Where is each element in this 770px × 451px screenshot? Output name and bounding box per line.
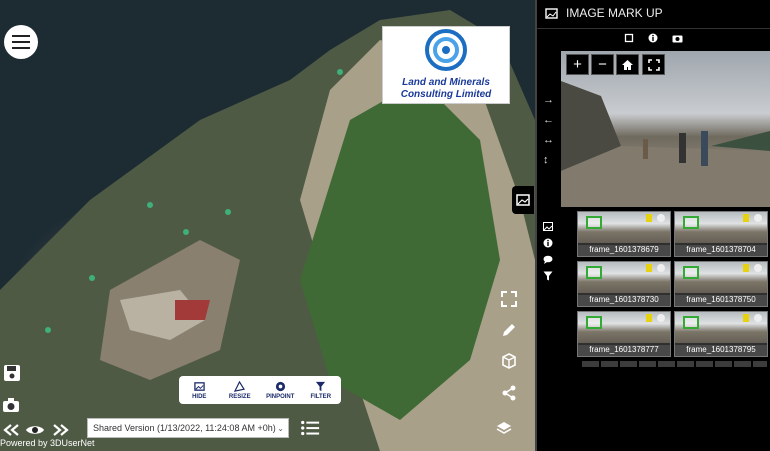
bookmark-icon bbox=[646, 314, 652, 322]
resize-button[interactable]: RESIZE bbox=[220, 376, 261, 404]
rewind-icon[interactable] bbox=[0, 420, 22, 440]
panel-header: IMAGE MARK UP bbox=[537, 0, 770, 26]
bookmark-icon bbox=[646, 264, 652, 272]
warning-icon bbox=[754, 264, 762, 272]
chevron-down-icon: ⌄ bbox=[277, 423, 284, 433]
thumbnail-item[interactable]: frame_1601378777 bbox=[577, 311, 671, 357]
image-viewer[interactable]: + − bbox=[561, 51, 770, 207]
logo-mark-icon bbox=[425, 29, 467, 71]
warning-icon bbox=[754, 314, 762, 322]
logo-line-1: Land and Minerals bbox=[402, 77, 490, 88]
thumbnail-label: frame_1601378750 bbox=[675, 293, 767, 306]
thumbnail-grid: frame_1601378679 frame_1601378704 frame_… bbox=[577, 209, 770, 357]
version-select[interactable]: Shared Version (1/13/2022, 11:24:08 AM +… bbox=[87, 418, 289, 438]
filter-button-label: FILTER bbox=[310, 393, 332, 400]
version-select-value: Shared Version (1/13/2022, 11:24:08 AM +… bbox=[93, 423, 276, 433]
save-icon[interactable] bbox=[2, 363, 22, 383]
pinpoint-icon bbox=[275, 381, 285, 391]
panel-title: IMAGE MARK UP bbox=[566, 6, 663, 20]
warning-icon bbox=[754, 214, 762, 222]
panel-tabs bbox=[537, 28, 770, 49]
arrow-left-icon[interactable]: ← bbox=[543, 114, 554, 126]
eye-icon[interactable] bbox=[24, 420, 46, 440]
warning-icon bbox=[657, 314, 665, 322]
image-icon bbox=[194, 381, 205, 391]
thumbnail-scrollbar[interactable] bbox=[582, 361, 767, 367]
cube-icon[interactable] bbox=[499, 351, 519, 371]
home-icon bbox=[622, 59, 633, 70]
thumbnail-item[interactable]: frame_1601378795 bbox=[674, 311, 768, 357]
tab-camera-icon[interactable] bbox=[672, 30, 683, 48]
bookmark-icon bbox=[743, 264, 749, 272]
list-icon[interactable] bbox=[300, 418, 320, 438]
tab-select-icon[interactable] bbox=[624, 30, 634, 48]
arrow-vertical-icon[interactable]: ↕ bbox=[543, 154, 549, 166]
thumbnail-label: frame_1601378730 bbox=[578, 293, 670, 306]
thumbnail-label: frame_1601378704 bbox=[675, 243, 767, 256]
fullscreen-button[interactable] bbox=[642, 54, 665, 75]
tab-info-icon[interactable] bbox=[648, 30, 658, 48]
arrow-both-icon[interactable]: ↔ bbox=[543, 134, 554, 146]
bookmark-icon bbox=[743, 314, 749, 322]
company-logo: Land and Minerals Consulting Limited bbox=[382, 26, 510, 104]
thumbnail-item[interactable]: frame_1601378704 bbox=[674, 211, 768, 257]
home-button[interactable] bbox=[616, 54, 639, 75]
image-panel-toggle-button[interactable] bbox=[512, 186, 534, 214]
filter-icon bbox=[316, 381, 326, 391]
warning-icon bbox=[657, 214, 665, 222]
bookmark-icon bbox=[743, 214, 749, 222]
info-icon[interactable] bbox=[543, 235, 553, 253]
thumbnail-item[interactable]: frame_1601378730 bbox=[577, 261, 671, 307]
share-icon[interactable] bbox=[499, 383, 519, 403]
logo-line-2: Consulting Limited bbox=[400, 89, 492, 100]
fast-forward-icon[interactable] bbox=[50, 420, 72, 440]
bottom-toolbar: HIDE RESIZE PINPOINT FILTER bbox=[179, 376, 341, 404]
resize-button-label: RESIZE bbox=[228, 393, 251, 400]
hamburger-menu-button[interactable] bbox=[4, 25, 38, 59]
camera-icon[interactable] bbox=[1, 395, 21, 415]
filter-icon[interactable] bbox=[543, 268, 553, 286]
thumbnail-item[interactable]: frame_1601378679 bbox=[577, 211, 671, 257]
powered-by-label: Powered by 3DUserNet bbox=[0, 438, 95, 448]
warning-icon bbox=[657, 264, 665, 272]
thumbnail-label: frame_1601378777 bbox=[578, 343, 670, 356]
3d-viewer[interactable]: Land and Minerals Consulting Limited Pow… bbox=[0, 0, 535, 451]
image-markup-panel: IMAGE MARK UP → ← ↔ ↕ + − frame_16013786… bbox=[535, 0, 770, 451]
filter-button[interactable]: FILTER bbox=[301, 376, 342, 404]
resize-icon bbox=[234, 380, 246, 392]
hide-button-label: HIDE bbox=[192, 393, 207, 400]
fullscreen-icon bbox=[647, 58, 660, 71]
expand-icon[interactable] bbox=[499, 289, 519, 309]
image-icon bbox=[516, 194, 530, 206]
arrow-right-icon[interactable]: → bbox=[543, 94, 554, 106]
image-icon bbox=[545, 7, 558, 19]
thumbnail-label: frame_1601378679 bbox=[578, 243, 670, 256]
layers-icon[interactable] bbox=[494, 418, 514, 438]
pinpoint-button[interactable]: PINPOINT bbox=[260, 376, 301, 404]
thumbnail-item[interactable]: frame_1601378750 bbox=[674, 261, 768, 307]
thumbnail-label: frame_1601378795 bbox=[675, 343, 767, 356]
pinpoint-button-label: PINPOINT bbox=[266, 393, 295, 400]
gallery-icon[interactable] bbox=[543, 218, 553, 236]
hide-button[interactable]: HIDE bbox=[179, 376, 220, 404]
zoom-out-button[interactable]: − bbox=[591, 54, 614, 75]
bookmark-icon bbox=[646, 214, 652, 222]
edit-pencil-icon[interactable] bbox=[499, 320, 519, 340]
zoom-in-button[interactable]: + bbox=[566, 54, 589, 75]
